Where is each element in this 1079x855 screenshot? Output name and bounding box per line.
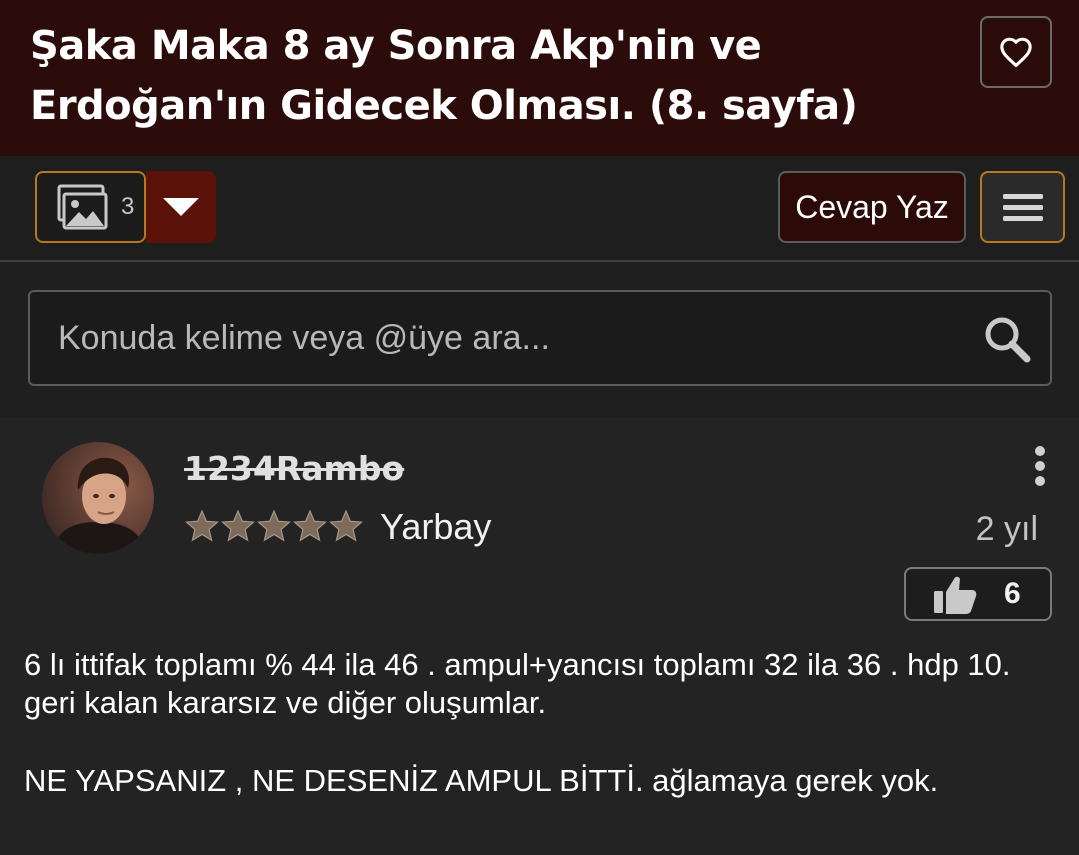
image-gallery-icon <box>57 184 108 230</box>
post-paragraph: NE YAPSANIZ , NE DESENİZ AMPUL BİTTİ. ağ… <box>24 763 939 798</box>
hamburger-menu-icon <box>1002 194 1043 221</box>
post-paragraph: 6 lı ittifak toplamı % 44 ila 46 . ampul… <box>24 647 1011 720</box>
favorite-button[interactable] <box>980 16 1052 88</box>
reply-button[interactable]: Cevap Yaz <box>778 171 966 243</box>
post-content: 6 lı ittifak toplamı % 44 ila 46 . ampul… <box>24 646 1054 800</box>
star-icon <box>293 509 327 542</box>
menu-button[interactable] <box>980 171 1065 243</box>
user-rank: Yarbay <box>380 506 492 547</box>
post-time: 2 yıl <box>975 510 1038 548</box>
star-icon <box>185 509 219 542</box>
like-count: 6 <box>1004 577 1021 610</box>
like-button[interactable]: 6 <box>904 567 1052 621</box>
page-title: Şaka Maka 8 ay Sonra Akp'nin ve Erdoğan'… <box>30 23 858 129</box>
avatar[interactable] <box>42 442 154 554</box>
thread-header: Şaka Maka 8 ay Sonra Akp'nin ve Erdoğan'… <box>0 0 1079 156</box>
images-button[interactable]: 3 <box>35 171 146 243</box>
rank-stars <box>185 509 363 542</box>
images-dropdown-button[interactable] <box>146 171 216 243</box>
more-vertical-icon[interactable] <box>1024 444 1056 488</box>
chevron-down-icon <box>163 198 199 216</box>
thread-toolbar: 3 Cevap Yaz <box>0 156 1079 262</box>
search-input[interactable] <box>58 314 938 362</box>
heart-icon <box>1000 37 1032 68</box>
star-icon <box>329 509 363 542</box>
search-icon[interactable] <box>982 314 1032 364</box>
star-icon <box>257 509 291 542</box>
post-author[interactable]: 1234Rambo <box>184 449 404 488</box>
thread-search <box>28 290 1052 386</box>
images-count: 3 <box>121 193 135 220</box>
thumbs-up-icon <box>934 576 977 614</box>
star-icon <box>221 509 255 542</box>
